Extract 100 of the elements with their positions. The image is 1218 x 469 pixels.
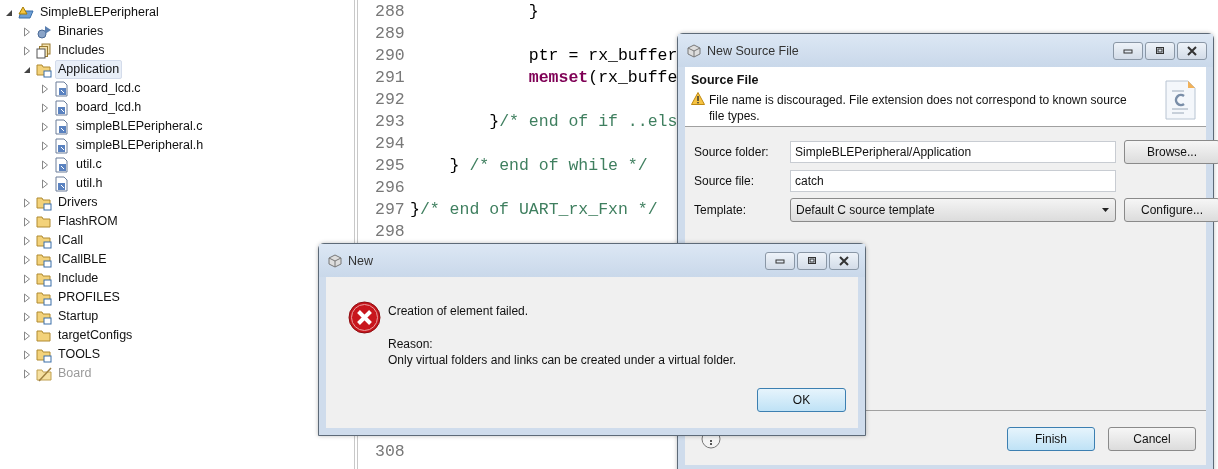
tree-item[interactable]: Application xyxy=(55,60,123,79)
tree-item[interactable]: ICallBLE xyxy=(55,250,110,269)
file-icon xyxy=(54,137,70,154)
maximize-button[interactable] xyxy=(797,251,827,270)
code-line: } /* end of while */ xyxy=(448,155,648,177)
file-icon xyxy=(1164,79,1198,121)
line-number: 296 xyxy=(374,177,405,199)
file-icon xyxy=(54,175,70,192)
code-line: memset(rx_buffe xyxy=(527,67,678,89)
line-number: 289 xyxy=(374,23,405,45)
line-number: 291 xyxy=(374,67,405,89)
binaries-icon xyxy=(36,23,52,40)
expand-arrow-icon[interactable] xyxy=(22,235,32,246)
ok-button[interactable]: OK xyxy=(757,388,846,412)
expand-arrow-icon[interactable] xyxy=(22,292,32,303)
expand-arrow-icon[interactable] xyxy=(22,330,32,341)
maximize-button[interactable] xyxy=(1145,41,1175,60)
minimize-icon xyxy=(1123,46,1133,55)
source-folder-icon xyxy=(36,346,52,363)
expand-arrow-icon[interactable] xyxy=(22,26,32,37)
close-button[interactable] xyxy=(829,251,859,270)
tree-item[interactable]: Drivers xyxy=(55,193,101,212)
source-folder-icon xyxy=(36,308,52,325)
line-number: 293 xyxy=(374,111,405,133)
maximize-icon xyxy=(807,256,817,265)
excluded-folder-icon xyxy=(36,365,52,382)
expand-arrow-icon[interactable] xyxy=(40,102,50,113)
source-folder-icon xyxy=(36,289,52,306)
tree-item[interactable]: Binaries xyxy=(55,22,107,41)
maximize-icon xyxy=(1155,46,1165,55)
tree-item[interactable]: util.c xyxy=(73,155,105,174)
expand-arrow-icon[interactable] xyxy=(22,311,32,322)
field-label: Source file: xyxy=(694,174,756,188)
tree-item[interactable]: Includes xyxy=(55,41,108,60)
dialog-button[interactable]: Configure... xyxy=(1124,198,1218,222)
tree-item[interactable]: util.h xyxy=(73,174,106,193)
source-folder-icon xyxy=(36,61,52,78)
expand-arrow-icon[interactable] xyxy=(40,159,50,170)
expand-arrow-icon[interactable] xyxy=(22,216,32,227)
source-folder-icon xyxy=(36,232,52,249)
folder-icon xyxy=(36,213,52,230)
error-message: Creation of element failed. xyxy=(388,303,530,319)
reason-label: Reason: xyxy=(388,336,434,352)
cube-icon xyxy=(687,43,701,58)
file-icon xyxy=(54,156,70,173)
tree-item[interactable]: board_lcd.h xyxy=(73,98,145,117)
source-folder-icon xyxy=(36,194,52,211)
dialog-button[interactable]: Browse... xyxy=(1124,140,1218,164)
tree-item[interactable]: PROFILES xyxy=(55,288,123,307)
expand-arrow-icon[interactable] xyxy=(40,178,50,189)
line-number: 308 xyxy=(374,441,405,463)
expand-arrow-icon[interactable] xyxy=(22,197,32,208)
tree-item[interactable]: simpleBLEPeripheral.c xyxy=(73,117,206,136)
tree-item[interactable]: Include xyxy=(55,269,102,288)
library-icon xyxy=(36,42,52,59)
input-field[interactable]: catch xyxy=(790,170,1116,192)
expand-arrow-icon[interactable] xyxy=(22,254,32,265)
source-folder-icon xyxy=(36,270,52,287)
dialog-button[interactable]: Finish xyxy=(1007,427,1095,451)
caret-icon xyxy=(1102,208,1109,212)
tree-item[interactable]: TOOLS xyxy=(55,345,104,364)
expand-arrow-icon[interactable] xyxy=(40,140,50,151)
tree-item[interactable]: ICall xyxy=(55,231,86,250)
folder-icon xyxy=(36,327,52,344)
tree-item[interactable]: SimpleBLEPeripheral xyxy=(37,3,162,22)
warning-icon xyxy=(691,92,705,105)
line-number: 297 xyxy=(374,199,405,221)
cube-icon xyxy=(328,253,342,268)
expand-arrow-icon[interactable] xyxy=(22,273,32,284)
line-number: 292 xyxy=(374,89,405,111)
tree-item[interactable]: Startup xyxy=(55,307,102,326)
field-label: Template: xyxy=(694,203,748,217)
tree-item[interactable]: simpleBLEPeripheral.h xyxy=(73,136,207,155)
line-number: 288 xyxy=(374,1,405,23)
dialog-button[interactable]: Cancel xyxy=(1108,427,1196,451)
field-label: Source folder: xyxy=(694,145,770,159)
template-dropdown[interactable]: Default C source template xyxy=(790,198,1116,222)
code-line: ptr = rx_buffer xyxy=(527,45,678,67)
input-field[interactable]: SimpleBLEPeripheral/Application xyxy=(790,141,1116,163)
warning-message: File name is discouraged. File extension does not correspond to known source file types. xyxy=(709,92,1128,124)
close-icon xyxy=(1186,45,1198,56)
project-icon xyxy=(18,4,34,21)
expand-arrow-icon[interactable] xyxy=(22,349,32,360)
tree-item[interactable]: targetConfigs xyxy=(55,326,136,345)
window-title: New xyxy=(348,253,374,268)
line-number: 290 xyxy=(374,45,405,67)
tree-item[interactable]: board_lcd.c xyxy=(73,79,144,98)
expand-arrow-icon[interactable] xyxy=(40,83,50,94)
page-heading: Source File xyxy=(691,73,760,87)
expand-arrow-icon[interactable] xyxy=(40,121,50,132)
line-number: 295 xyxy=(374,155,405,177)
line-number: 298 xyxy=(374,221,405,243)
source-folder-icon xyxy=(36,251,52,268)
code-line: }/* end of UART_rx_Fxn */ xyxy=(410,199,658,221)
tree-item[interactable]: FlashROM xyxy=(55,212,121,231)
minimize-icon xyxy=(775,256,785,265)
expand-arrow-icon[interactable] xyxy=(22,45,32,56)
error-icon xyxy=(348,301,381,334)
line-number: 294 xyxy=(374,133,405,155)
close-button[interactable] xyxy=(1177,41,1207,60)
